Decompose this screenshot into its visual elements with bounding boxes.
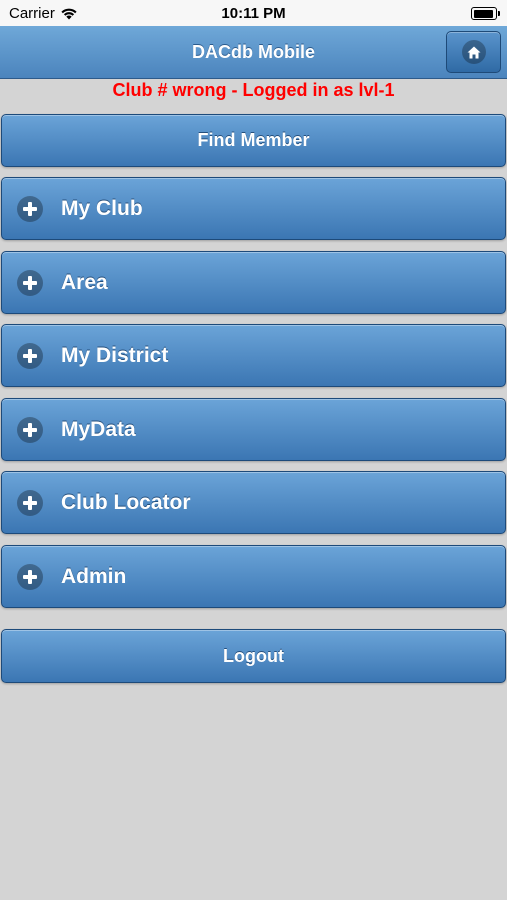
menu-item-area[interactable]: Area xyxy=(1,251,506,314)
logout-button[interactable]: Logout xyxy=(1,629,506,683)
menu-item-mydata[interactable]: MyData xyxy=(1,398,506,461)
plus-icon xyxy=(17,342,43,369)
status-time: 10:11 PM xyxy=(221,5,286,22)
plus-icon xyxy=(17,269,43,296)
menu-item-label: Club Locator xyxy=(61,490,191,514)
plus-icon xyxy=(17,416,43,443)
menu-item-club-locator[interactable]: Club Locator xyxy=(1,471,506,534)
home-icon xyxy=(461,40,486,64)
menu-item-my-club[interactable]: My Club xyxy=(1,177,506,240)
menu-item-label: Area xyxy=(61,270,108,294)
plus-icon xyxy=(17,195,43,222)
menu-item-label: MyData xyxy=(61,417,136,441)
page-title: DACdb Mobile xyxy=(192,42,315,62)
find-member-button[interactable]: Find Member xyxy=(1,114,506,167)
app-header: DACdb Mobile xyxy=(0,26,507,79)
menu-item-label: My District xyxy=(61,343,169,367)
login-warning: Club # wrong - Logged in as lvl-1 xyxy=(112,80,395,100)
plus-icon xyxy=(17,489,43,516)
menu-item-my-district[interactable]: My District xyxy=(1,324,506,387)
plus-icon xyxy=(17,563,43,590)
home-button[interactable] xyxy=(446,31,501,73)
menu-item-admin[interactable]: Admin xyxy=(1,545,506,608)
status-bar: Carrier 10:11 PM xyxy=(0,0,507,26)
menu-item-label: Admin xyxy=(61,564,127,588)
battery-icon xyxy=(471,7,500,20)
menu-item-label: My Club xyxy=(61,196,143,220)
